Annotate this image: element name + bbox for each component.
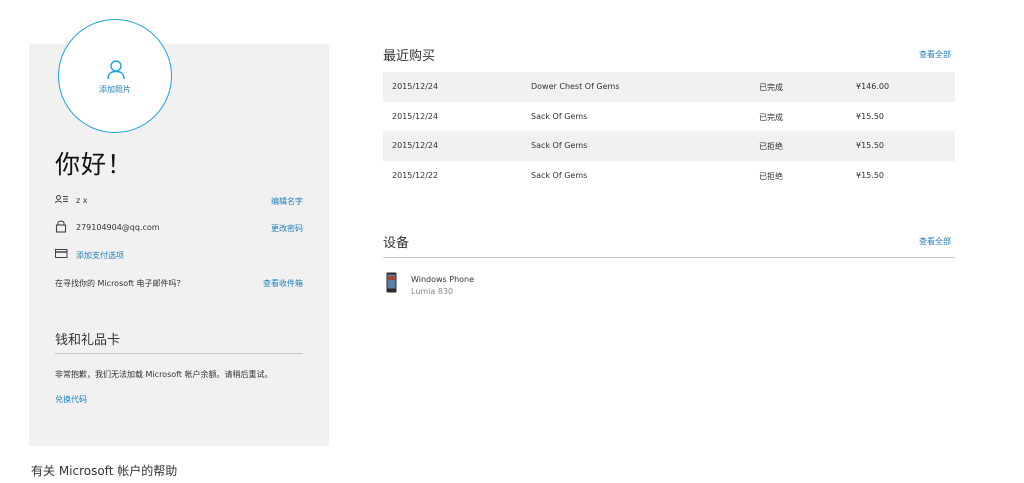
user-name: z x — [76, 196, 88, 205]
greeting-heading: 你好！ — [55, 150, 134, 179]
find-email-row: 在寻找你的 Microsoft 电子邮件吗？ 查看收件箱 — [55, 274, 303, 290]
wallet-title: 钱和礼品卡 — [55, 333, 121, 348]
purchase-status: 已完成 — [759, 112, 783, 122]
contact-card-icon — [55, 195, 68, 204]
purchase-price: ¥15.50 — [856, 170, 884, 180]
payment-row: 添加支付选项 — [55, 246, 303, 262]
purchase-date: 2015/12/24 — [392, 111, 439, 121]
add-payment-link[interactable]: 添加支付选项 — [76, 250, 124, 261]
wallet-divider — [55, 353, 303, 354]
purchase-item: Sack Of Gems — [531, 111, 588, 121]
edit-name-link[interactable]: 编辑名字 — [271, 196, 303, 207]
table-row[interactable]: 2015/12/22 Sack Of Gems 已拒绝 ¥15.50 — [383, 161, 955, 191]
purchase-status: 已拒绝 — [759, 142, 783, 151]
purchases-title: 最近购买 — [383, 49, 436, 64]
table-row[interactable]: 2015/12/24 Sack Of Gems 已拒绝 ¥15.50 — [383, 131, 955, 161]
redeem-code-link[interactable]: 兑换代码 — [55, 394, 87, 405]
add-photo-button[interactable]: 添加照片 — [58, 19, 172, 133]
purchase-date: 2015/12/24 — [392, 82, 439, 91]
device-model: Lumia 830 — [411, 287, 454, 296]
find-email-prompt: 在寻找你的 Microsoft 电子邮件吗？ — [55, 279, 185, 288]
phone-icon — [386, 272, 397, 293]
device-item[interactable]: Windows Phone Lumia 830 — [383, 272, 583, 298]
email-row: 279104904@qq.com 更改密码 — [55, 219, 303, 235]
purchase-status: 已完成 — [759, 83, 783, 92]
purchase-item: Dower Chest Of Gems — [531, 82, 620, 91]
purchase-item: Sack Of Gems — [531, 141, 588, 150]
table-row[interactable]: 2015/12/24 Dower Chest Of Gems 已完成 ¥146.… — [383, 72, 955, 102]
add-photo-label: 添加照片 — [99, 85, 131, 94]
devices-see-all-link[interactable]: 查看全部 — [919, 236, 951, 247]
account-help-link[interactable]: 有关 Microsoft 帐户的帮助 — [31, 462, 177, 479]
purchase-date: 2015/12/24 — [392, 141, 439, 150]
user-email: 279104904@qq.com — [76, 223, 160, 232]
view-inbox-link[interactable]: 查看收件箱 — [263, 278, 303, 289]
lock-icon — [55, 220, 67, 233]
device-name: Windows Phone — [411, 275, 475, 284]
purchases-table: 2015/12/24 Dower Chest Of Gems 已完成 ¥146.… — [383, 72, 955, 190]
devices-title: 设备 — [383, 236, 410, 251]
purchase-price: ¥15.50 — [856, 141, 884, 150]
wallet-error-message: 非常抱歉，我们无法加载 Microsoft 帐户余额。请稍后重试。 — [55, 370, 273, 379]
purchase-status: 已拒绝 — [759, 171, 783, 181]
purchase-item: Sack Of Gems — [531, 170, 588, 180]
credit-card-icon — [55, 249, 68, 258]
purchase-date: 2015/12/22 — [392, 170, 439, 180]
table-row[interactable]: 2015/12/24 Sack Of Gems 已完成 ¥15.50 — [383, 102, 955, 132]
purchases-see-all-link[interactable]: 查看全部 — [919, 49, 951, 60]
devices-divider — [383, 257, 955, 258]
user-icon — [107, 60, 125, 80]
purchase-price: ¥146.00 — [856, 82, 890, 91]
name-row: z x 编辑名字 — [55, 192, 303, 208]
purchase-price: ¥15.50 — [856, 111, 884, 121]
change-password-link[interactable]: 更改密码 — [271, 223, 303, 234]
